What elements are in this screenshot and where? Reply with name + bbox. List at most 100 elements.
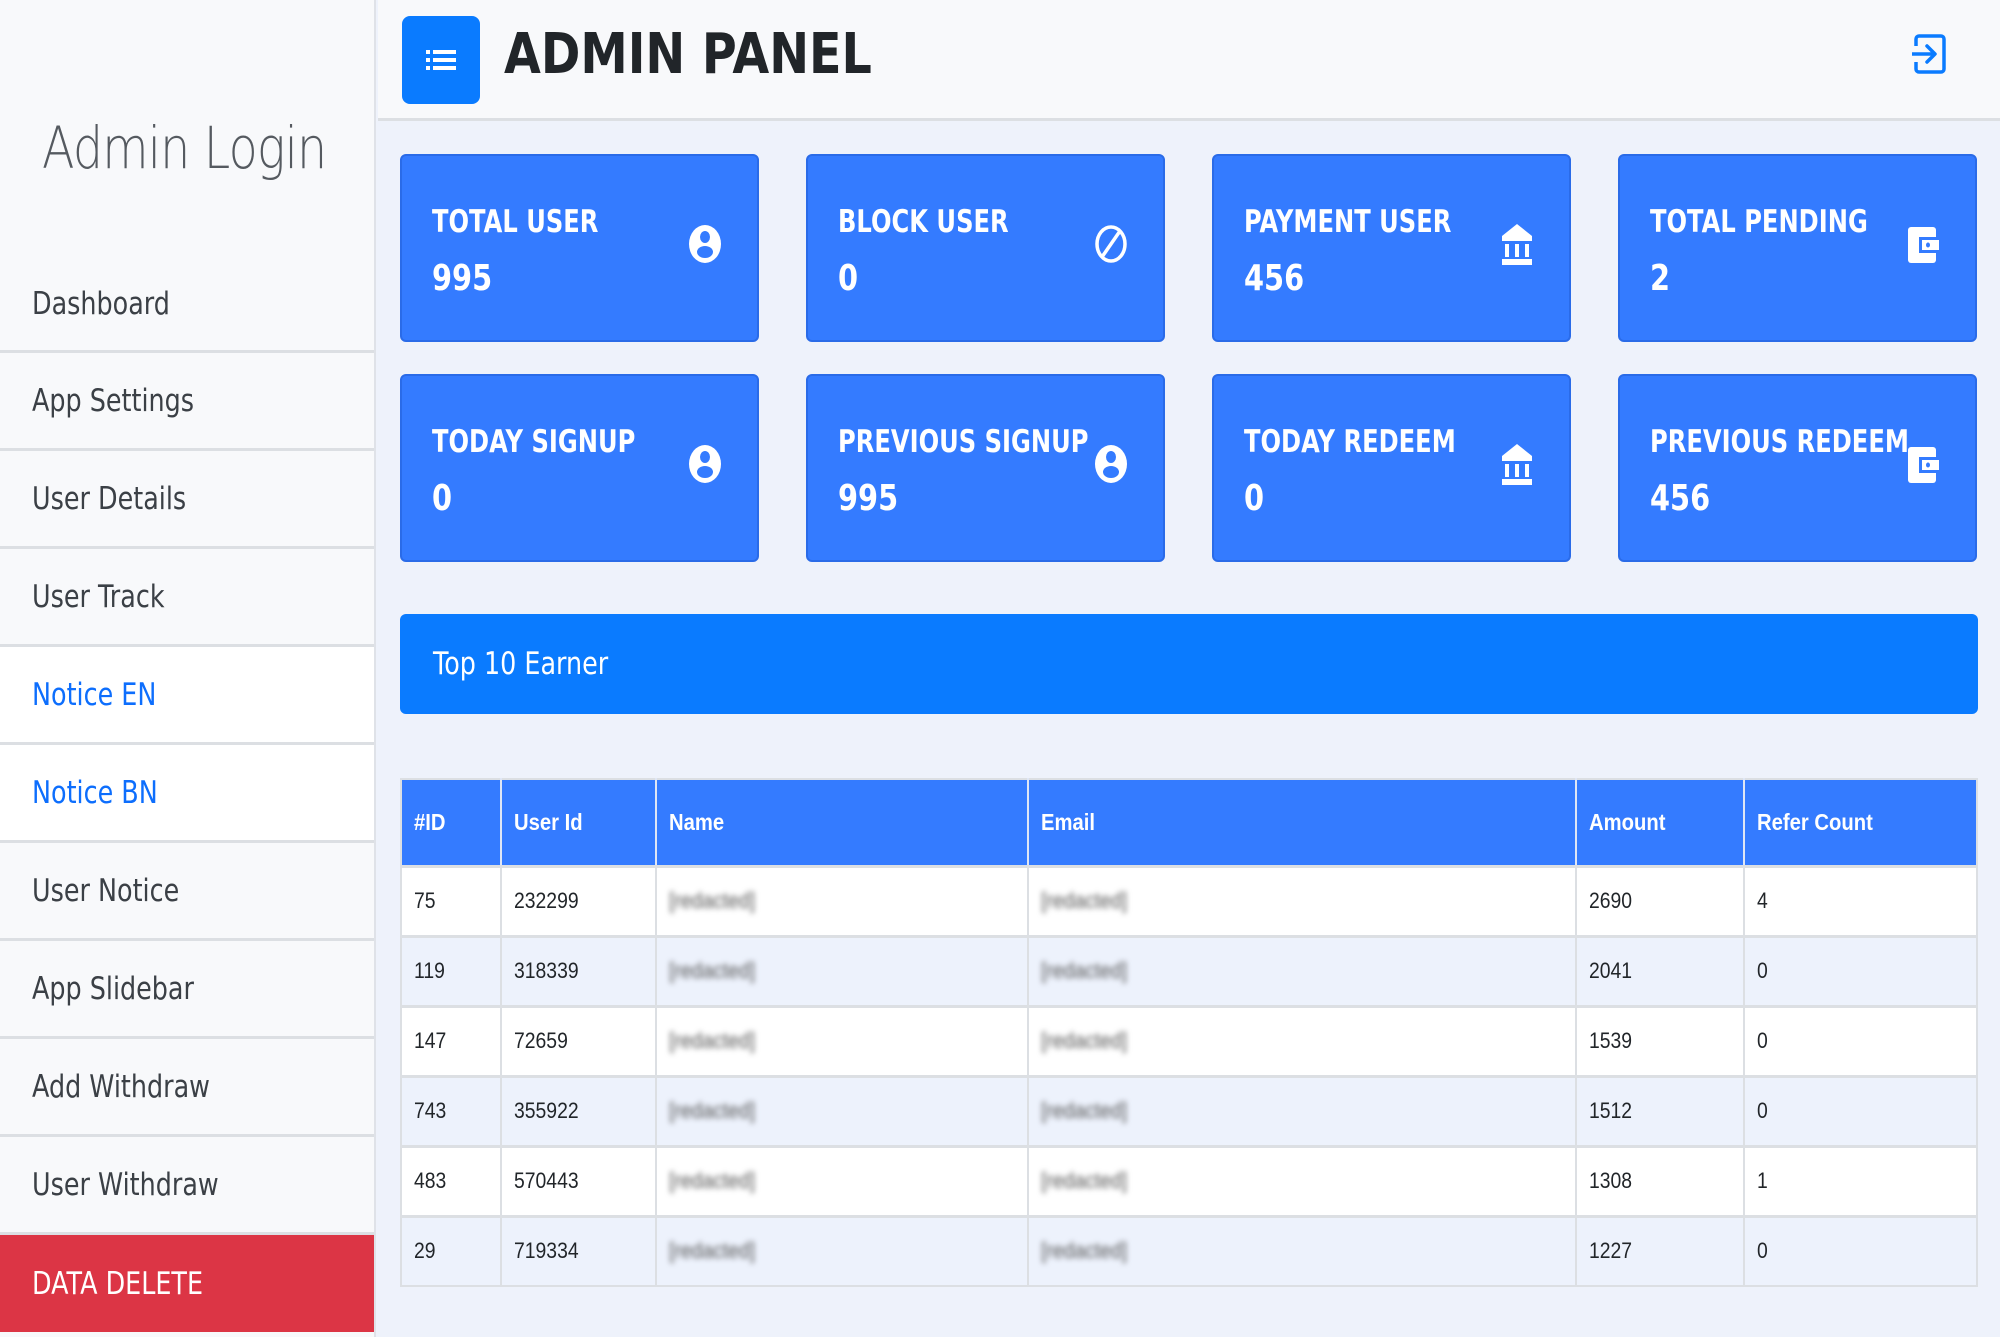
stat-card-today-redeem[interactable]: TODAY REDEEM 0 [1212,374,1571,562]
sidebar-item-dashboard[interactable]: Dashboard [0,262,374,353]
stat-value: 456 [1244,258,1305,299]
cell-id: 75 [401,864,502,936]
cell-text: [redacted] [669,1028,756,1053]
stat-card-previous-signup[interactable]: PREVIOUS SIGNUP 995 [806,374,1165,562]
cell-user-id: 355922 [501,1074,657,1146]
column-header-label: #ID [414,808,446,835]
stat-card-previous-redeem[interactable]: PREVIOUS REDEEM 456 [1618,374,1977,562]
cell-text: 0 [1757,958,1768,983]
stat-card-total-pending[interactable]: TOTAL PENDING 2 [1618,154,1977,342]
cell-user-id: 570443 [501,1144,657,1216]
table-row[interactable]: 147 72659 [redacted] [redacted] 1539 0 [401,1004,1977,1076]
cell-text: 119 [414,958,445,983]
bank-icon [1497,222,1537,266]
wallet-icon [1903,442,1943,486]
stat-value: 456 [1650,478,1711,519]
cell-email: [redacted] [1028,1214,1577,1286]
stat-value: 2 [1650,258,1671,299]
stat-label: TODAY REDEEM [1244,424,1456,460]
stat-label: TODAY SIGNUP [432,424,636,460]
logout-button[interactable] [1910,34,1948,74]
top-earner-banner: Top 10 Earner [400,614,1978,714]
cell-text: 75 [414,888,436,913]
cell-user-id: 318339 [501,934,657,1006]
cell-text: 4 [1757,888,1768,913]
table-row[interactable]: 743 355922 [redacted] [redacted] 1512 0 [401,1074,1977,1146]
wallet-icon [1903,222,1943,266]
cell-name: [redacted] [656,864,1029,936]
table-row[interactable]: 29 719334 [redacted] [redacted] 1227 0 [401,1214,1977,1286]
stat-label: PAYMENT USER [1244,204,1452,240]
cell-id: 483 [401,1144,502,1216]
cell-text: 2041 [1589,958,1633,983]
menu-toggle-button[interactable] [402,16,480,104]
column-header-user-id[interactable]: User Id [501,779,657,866]
sidebar-item-app-slidebar[interactable]: App Slidebar [0,941,374,1039]
cell-text: 0 [1757,1028,1768,1053]
sidebar-nav: Dashboard App Settings User Details User… [0,262,374,1332]
page-title: ADMIN PANEL [504,22,872,87]
cell-user-id: 232299 [501,864,657,936]
cell-amount: 1512 [1576,1074,1745,1146]
bank-icon [1497,442,1537,486]
sidebar-item-app-settings[interactable]: App Settings [0,353,374,451]
cell-email: [redacted] [1028,1074,1577,1146]
sidebar-item-user-withdraw[interactable]: User Withdraw [0,1137,374,1235]
cell-text: 1308 [1589,1168,1633,1193]
table-header-row: #ID User Id Name Email Amount Refer Coun… [401,779,1977,866]
cell-text: 0 [1757,1238,1768,1264]
sidebar: Admin Login Dashboard App Settings User … [0,0,376,1337]
sidebar-item-user-details[interactable]: User Details [0,451,374,549]
sidebar-item-user-notice[interactable]: User Notice [0,843,374,941]
cell-text: [redacted] [669,1098,756,1123]
stat-value: 0 [432,478,453,519]
sidebar-item-label: App Settings [32,382,195,419]
column-header-label: Amount [1589,808,1666,835]
list-icon [426,50,456,70]
column-header-label: Refer Count [1757,808,1873,835]
table-row[interactable]: 75 232299 [redacted] [redacted] 2690 4 [401,864,1977,936]
stat-card-block-user[interactable]: BLOCK USER 0 [806,154,1165,342]
logo: Admin Login [0,0,374,262]
sidebar-item-notice-bn[interactable]: Notice BN [0,745,374,843]
cell-refer-count: 0 [1744,1214,1977,1286]
sidebar-item-data-delete[interactable]: DATA DELETE [0,1235,374,1332]
column-header-name[interactable]: Name [656,779,1029,866]
table-row[interactable]: 119 318339 [redacted] [redacted] 2041 0 [401,934,1977,1006]
stat-value: 995 [838,478,899,519]
cell-refer-count: 0 [1744,1074,1977,1146]
sidebar-item-user-track[interactable]: User Track [0,549,374,647]
table-row[interactable]: 483 570443 [redacted] [redacted] 1308 1 [401,1144,1977,1216]
cell-amount: 2041 [1576,934,1745,1006]
top-header: ADMIN PANEL [378,0,2000,121]
cell-refer-count: 1 [1744,1144,1977,1216]
sidebar-item-add-withdraw[interactable]: Add Withdraw [0,1039,374,1137]
sidebar-item-label: User Notice [32,872,180,909]
cell-text: [redacted] [1041,958,1128,983]
stat-card-total-user[interactable]: TOTAL USER 995 [400,154,759,342]
stat-label: PREVIOUS SIGNUP [838,424,1089,460]
cell-text: [redacted] [1041,888,1128,913]
cell-text: 72659 [514,1028,568,1053]
cell-id: 743 [401,1074,502,1146]
cell-id: 147 [401,1004,502,1076]
cell-text: 29 [414,1238,436,1264]
column-header-amount[interactable]: Amount [1576,779,1745,866]
sidebar-item-label: User Withdraw [32,1166,219,1203]
column-header-email[interactable]: Email [1028,779,1577,866]
sidebar-item-notice-en[interactable]: Notice EN [0,647,374,745]
stat-card-today-signup[interactable]: TODAY SIGNUP 0 [400,374,759,562]
cell-amount: 1308 [1576,1144,1745,1216]
stat-label: TOTAL PENDING [1650,204,1868,240]
sidebar-item-label: DATA DELETE [32,1265,204,1302]
cell-id: 29 [401,1214,502,1286]
cell-text: 1 [1757,1168,1768,1193]
stat-label: PREVIOUS REDEEM [1650,424,1909,460]
logo-text: Admin Login [42,114,327,182]
column-header-id[interactable]: #ID [401,779,502,866]
column-header-refer-count[interactable]: Refer Count [1744,779,1977,866]
cell-user-id: 72659 [501,1004,657,1076]
cell-email: [redacted] [1028,1144,1577,1216]
cell-name: [redacted] [656,934,1029,1006]
stat-card-payment-user[interactable]: PAYMENT USER 456 [1212,154,1571,342]
